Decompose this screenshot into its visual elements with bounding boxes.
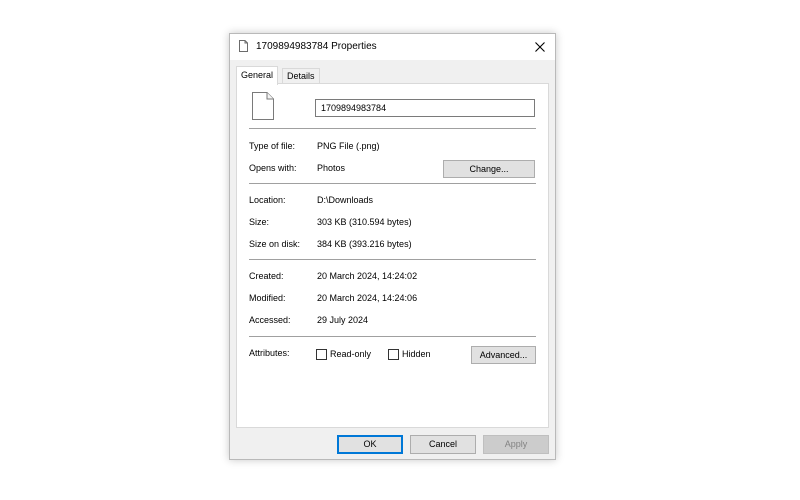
modified-value: 20 March 2024, 14:24:06	[317, 293, 418, 303]
location-label: Location:	[249, 195, 286, 205]
type-of-file-label: Type of file:	[249, 141, 296, 151]
size-on-disk-label: Size on disk:	[249, 239, 301, 249]
tab-bar: General Details	[236, 66, 549, 85]
hidden-checkbox[interactable]	[388, 349, 399, 360]
tab-general[interactable]: General	[236, 66, 279, 85]
separator	[249, 336, 536, 337]
change-button[interactable]: Change...	[443, 160, 535, 178]
close-icon	[535, 42, 545, 52]
file-icon	[252, 92, 274, 120]
opens-with-value: Photos	[317, 163, 346, 173]
location-value: D:\Downloads	[317, 195, 374, 205]
type-of-file-value: PNG File (.png)	[317, 141, 380, 151]
cancel-button[interactable]: Cancel	[410, 435, 476, 454]
modified-label: Modified:	[249, 293, 286, 303]
window-title: 1709894983784 Properties	[256, 41, 377, 52]
close-button[interactable]	[531, 38, 549, 56]
size-on-disk-value: 384 KB (393.216 bytes)	[317, 239, 412, 249]
properties-dialog: 1709894983784 Properties General Details…	[229, 33, 556, 460]
apply-button[interactable]: Apply	[483, 435, 549, 454]
size-value: 303 KB (310.594 bytes)	[317, 217, 412, 227]
accessed-label: Accessed:	[249, 315, 291, 325]
read-only-checkbox[interactable]	[316, 349, 327, 360]
read-only-label[interactable]: Read-only	[330, 349, 371, 359]
file-name-input[interactable]: 1709894983784	[315, 99, 535, 117]
hidden-label[interactable]: Hidden	[402, 349, 431, 359]
created-value: 20 March 2024, 14:24:02	[317, 271, 418, 281]
opens-with-label: Opens with:	[249, 163, 297, 173]
ok-button[interactable]: OK	[337, 435, 403, 454]
separator	[249, 259, 536, 260]
advanced-button[interactable]: Advanced...	[471, 346, 536, 364]
tab-details[interactable]: Details	[282, 68, 320, 84]
size-label: Size:	[249, 217, 270, 227]
separator	[249, 183, 536, 184]
accessed-value: 29 July 2024	[317, 315, 369, 325]
general-panel: 1709894983784 Type of file: PNG File (.p…	[236, 83, 549, 428]
title-bar[interactable]: 1709894983784 Properties	[230, 34, 555, 60]
attributes-label: Attributes:	[249, 348, 290, 358]
document-icon	[239, 40, 248, 52]
separator	[249, 128, 536, 129]
created-label: Created:	[249, 271, 284, 281]
